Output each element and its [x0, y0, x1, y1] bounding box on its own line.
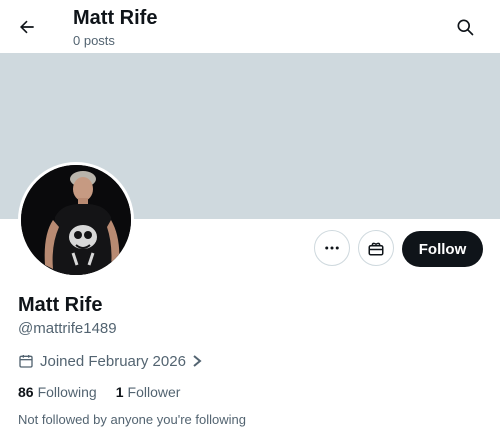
- following-label: Following: [37, 384, 97, 400]
- profile-name: Matt Rife: [18, 294, 103, 316]
- search-button[interactable]: [448, 10, 482, 44]
- avatar-frame: [18, 162, 134, 278]
- more-options-button[interactable]: [314, 230, 350, 266]
- calendar-icon: [18, 353, 34, 369]
- followers-link[interactable]: 1 Follower: [116, 383, 181, 401]
- avatar[interactable]: [21, 165, 131, 275]
- joined-label: Joined February 2026: [40, 352, 186, 370]
- gift-button[interactable]: [358, 230, 394, 266]
- profile-handle: @mattrife1489: [18, 320, 117, 337]
- profile-header: Matt Rife 0 posts: [0, 0, 500, 53]
- more-dots-icon: [323, 239, 341, 257]
- follow-button[interactable]: Follow: [402, 231, 483, 267]
- followers-count: 1: [115, 384, 124, 400]
- arrow-left-icon: [17, 17, 37, 37]
- back-button[interactable]: [10, 10, 44, 44]
- following-link[interactable]: 86 Following: [18, 383, 97, 401]
- follow-stats: 86 Following 1 Follower: [18, 383, 180, 401]
- followers-label: Follower: [127, 384, 181, 400]
- chevron-right-icon: [191, 354, 203, 368]
- joined-date[interactable]: Joined February 2026: [18, 351, 203, 371]
- gift-icon: [367, 239, 385, 257]
- following-count: 86: [18, 384, 34, 400]
- search-icon: [455, 17, 475, 37]
- header-title: Matt Rife: [73, 7, 158, 29]
- header-post-count: 0 posts: [73, 33, 115, 48]
